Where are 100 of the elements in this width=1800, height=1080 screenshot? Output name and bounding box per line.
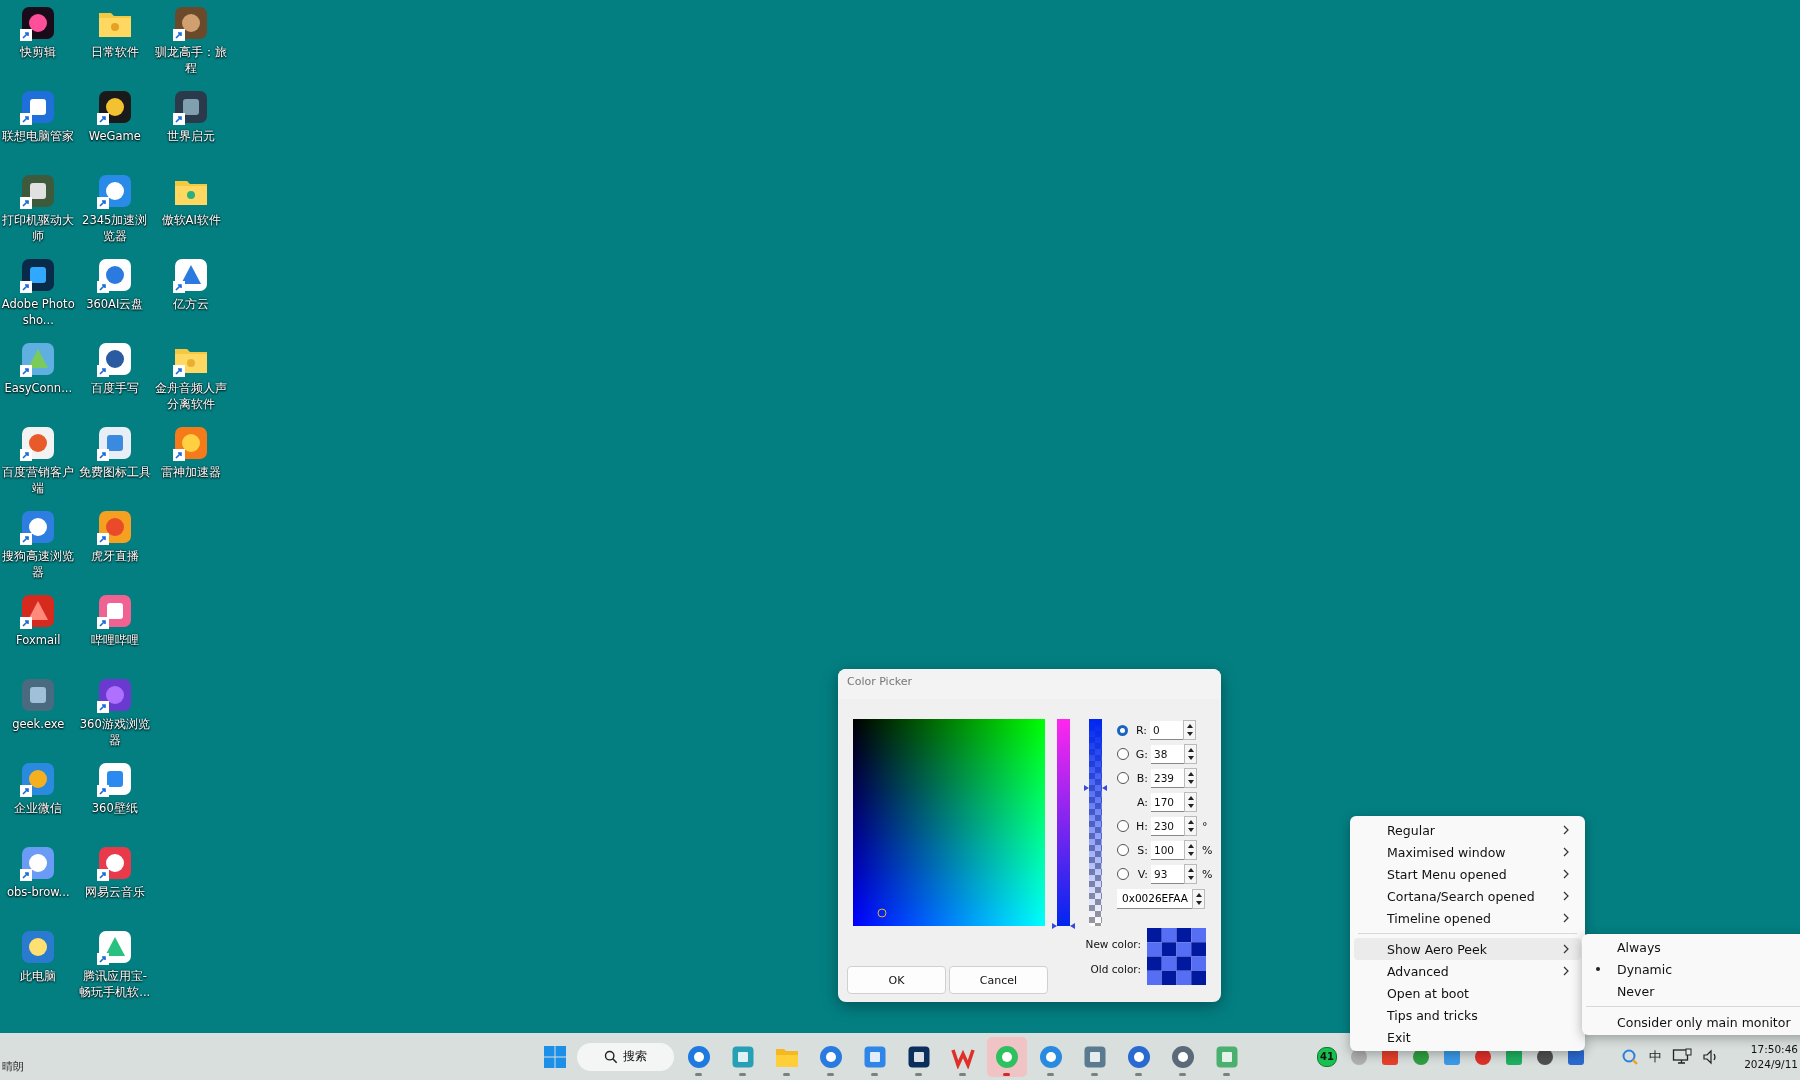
- old-color-label: Old color:: [1090, 963, 1141, 975]
- icon-label: 360壁纸: [90, 800, 139, 816]
- spin-button[interactable]: [1183, 720, 1196, 740]
- menu-item[interactable]: Dynamic: [1582, 958, 1800, 980]
- unit-label: %: [1202, 843, 1213, 857]
- channel-label: S:: [1136, 843, 1149, 857]
- menu-item[interactable]: Show Aero Peek: [1354, 938, 1581, 960]
- channel-label: V:: [1136, 867, 1149, 881]
- network-icon[interactable]: [1672, 1047, 1692, 1066]
- menu-item[interactable]: Timeline opened: [1354, 907, 1581, 929]
- menu-item[interactable]: Advanced: [1354, 960, 1581, 982]
- app-icon: [907, 1044, 931, 1069]
- tray-badge[interactable]: 41: [1317, 1046, 1337, 1067]
- hex-field[interactable]: 0x0026EFAA: [1117, 889, 1192, 909]
- spin-button[interactable]: [1192, 889, 1205, 909]
- app-icon: [687, 1044, 711, 1069]
- slider-handle[interactable]: [1084, 784, 1107, 791]
- value-field[interactable]: 0: [1150, 720, 1183, 740]
- value-field[interactable]: 170: [1151, 792, 1184, 812]
- app-icon: [1039, 1044, 1063, 1069]
- menu-item[interactable]: Always: [1582, 936, 1800, 958]
- menu-item[interactable]: Cortana/Search opened: [1354, 885, 1581, 907]
- radio-button[interactable]: [1117, 844, 1129, 856]
- new-color-label: New color:: [1085, 938, 1141, 950]
- picker-marker[interactable]: [877, 908, 887, 918]
- icon-label: obs-brow...: [5, 884, 71, 900]
- icon-label: 企业微信: [13, 800, 64, 816]
- spin-button[interactable]: [1184, 864, 1197, 884]
- menu-item[interactable]: Tips and tricks: [1354, 1004, 1581, 1026]
- icon-label: 金舟音频人声分离软件: [154, 380, 229, 412]
- icon-label: 亿方云: [172, 296, 211, 312]
- value-field[interactable]: 38: [1151, 744, 1184, 764]
- icon-label: 百度营销客户端: [1, 464, 76, 496]
- radio-button[interactable]: [1117, 748, 1129, 760]
- color-gradient-area[interactable]: [853, 719, 1045, 926]
- slider-handle[interactable]: [1052, 923, 1075, 929]
- dialog-button[interactable]: OK: [847, 966, 946, 994]
- clock[interactable]: 17:50:46 2024/9/11: [1744, 1041, 1800, 1072]
- unit-label: %: [1202, 867, 1213, 881]
- app-icon[interactable]: [20, 257, 57, 293]
- spin-button[interactable]: [1184, 840, 1197, 860]
- app-icon: [1215, 1044, 1239, 1069]
- radio-button[interactable]: [1117, 868, 1129, 880]
- menu-item[interactable]: Exit: [1354, 1026, 1581, 1048]
- menu-item[interactable]: Start Menu opened: [1354, 863, 1581, 885]
- dialog-title: Color Picker: [838, 669, 1221, 699]
- app-icon: [1127, 1044, 1151, 1069]
- unit-label: °: [1202, 819, 1208, 833]
- icon-label: 2345加速浏览器: [81, 212, 149, 244]
- icon-label: Adobe Photosho...: [0, 296, 76, 328]
- value-field[interactable]: 239: [1151, 768, 1184, 788]
- app-icon[interactable]: [173, 89, 210, 125]
- spin-button[interactable]: [1184, 744, 1197, 764]
- app-icon[interactable]: [173, 5, 210, 41]
- radio-button[interactable]: [1117, 772, 1129, 784]
- app-icon: [731, 1044, 755, 1069]
- value-field[interactable]: 93: [1151, 864, 1184, 884]
- app-icon: [995, 1044, 1019, 1069]
- icon-label: 免费图标工具: [77, 464, 152, 480]
- channel-label: B:: [1135, 771, 1149, 785]
- spin-button[interactable]: [1184, 768, 1197, 788]
- app-icon: [819, 1044, 843, 1069]
- icon-label: 世界启元: [166, 128, 217, 144]
- channel-label: H:: [1135, 819, 1149, 833]
- app-icon: [1083, 1044, 1107, 1069]
- value-field[interactable]: 230: [1151, 816, 1184, 836]
- menu-item[interactable]: Maximised window: [1354, 841, 1581, 863]
- spin-button[interactable]: [1184, 792, 1197, 812]
- menu-item[interactable]: Regular: [1354, 819, 1581, 841]
- icon-label: 雷神加速器: [160, 464, 223, 480]
- icon-label: Foxmail: [15, 632, 62, 648]
- icon-label: geek.exe: [11, 716, 66, 732]
- time-text: 17:50:46: [1750, 1041, 1798, 1057]
- date-text: 2024/9/11: [1744, 1056, 1798, 1072]
- cloud-sync-icon[interactable]: [1621, 1047, 1639, 1066]
- radio-button[interactable]: [1117, 820, 1129, 832]
- radio-button[interactable]: [1117, 724, 1128, 736]
- icon-label: 360AI云盘: [85, 296, 145, 312]
- icon-label: 打印机驱动大师: [1, 212, 76, 244]
- icon-label: 网易云音乐: [83, 884, 146, 900]
- input-method-indicator[interactable]: 中: [1649, 1047, 1662, 1066]
- windows-logo-icon: [543, 1044, 567, 1069]
- icon-label: 360游戏浏览器: [78, 716, 151, 748]
- weather-text: 晴朗: [2, 1060, 24, 1073]
- app-icon[interactable]: [20, 173, 57, 209]
- icon-label: 百度手写: [89, 380, 140, 396]
- channel-label: R:: [1135, 723, 1148, 737]
- value-field[interactable]: 100: [1151, 840, 1184, 860]
- menu-item[interactable]: Consider only main monitor: [1582, 1011, 1800, 1033]
- icon-label: 腾讯应用宝-畅玩手机软...: [78, 968, 152, 1000]
- icon-label: 哔哩哔哩: [89, 632, 140, 648]
- search-icon: [604, 1049, 618, 1064]
- spin-button[interactable]: [1184, 816, 1197, 836]
- search-button[interactable]: 搜索: [577, 1042, 674, 1071]
- menu-item[interactable]: Open at boot: [1354, 982, 1581, 1004]
- app-icon[interactable]: [20, 5, 57, 41]
- app-icon: [1171, 1044, 1195, 1069]
- dialog-button[interactable]: Cancel: [949, 966, 1048, 994]
- icon-label: 虎牙直播: [89, 548, 140, 564]
- menu-item[interactable]: Never: [1582, 980, 1800, 1002]
